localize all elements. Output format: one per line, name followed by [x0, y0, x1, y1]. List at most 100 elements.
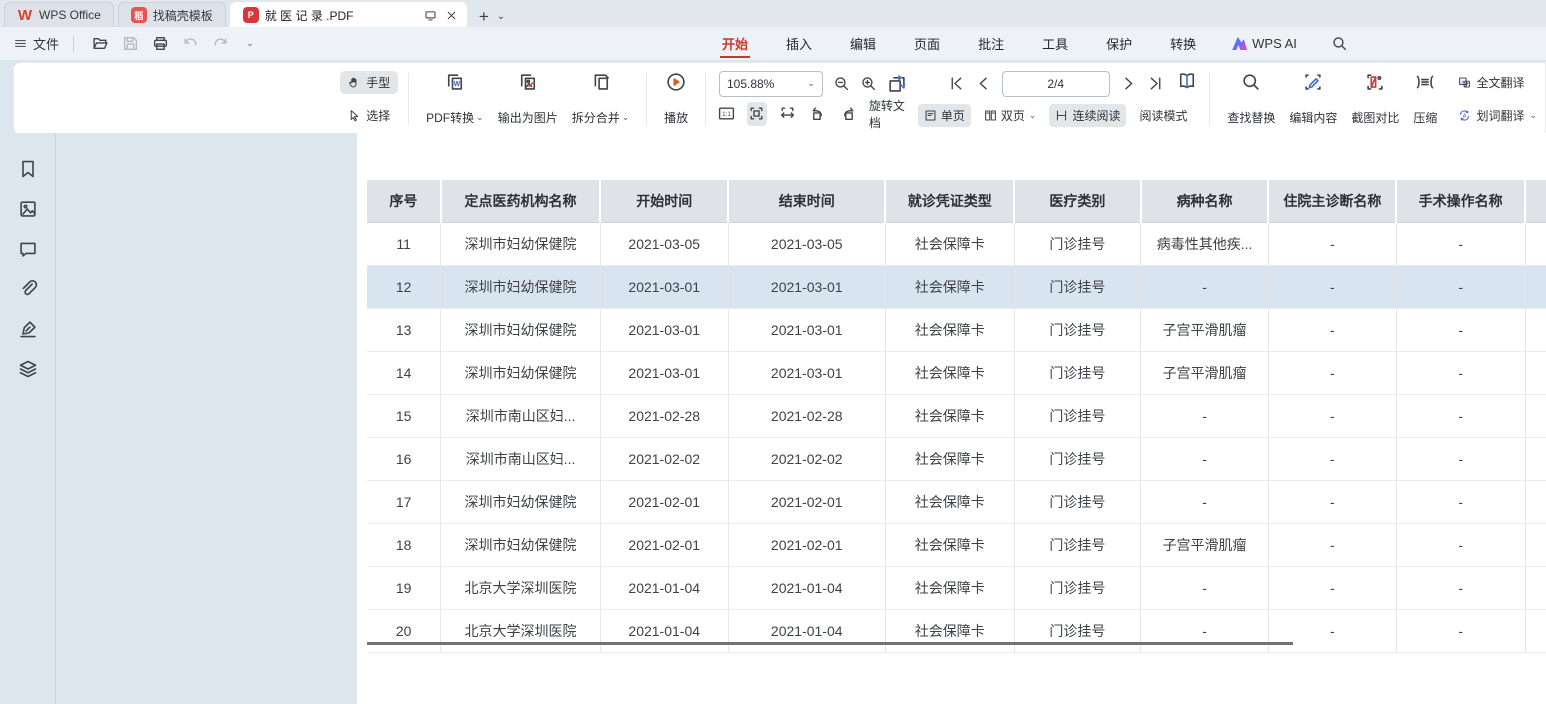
- table-row[interactable]: 20北京大学深圳医院2021-01-042021-01-04社会保障卡门诊挂号-…: [367, 610, 1546, 653]
- signature-panel-button[interactable]: [18, 319, 38, 344]
- tab-wps-office[interactable]: W WPS Office: [4, 2, 114, 27]
- menu-insert[interactable]: 插入: [784, 28, 814, 59]
- redo-icon: [212, 35, 229, 52]
- table-row[interactable]: 12深圳市妇幼保健院2021-03-012021-03-01社会保障卡门诊挂号-…: [367, 266, 1546, 309]
- quick-access-chevron-icon[interactable]: ⌄: [238, 33, 262, 55]
- table-cell: [1525, 352, 1546, 395]
- page-number-input[interactable]: 2/4: [1002, 71, 1110, 97]
- hamburger-icon: [14, 37, 27, 50]
- export-image-button[interactable]: 输出为图片: [491, 70, 565, 128]
- zoom-out-icon[interactable]: [833, 75, 850, 92]
- table-row[interactable]: 11深圳市妇幼保健院2021-03-052021-03-05社会保障卡门诊挂号病…: [367, 223, 1546, 266]
- table-row[interactable]: 18深圳市妇幼保健院2021-02-012021-02-01社会保障卡门诊挂号子…: [367, 524, 1546, 567]
- menu-page[interactable]: 页面: [912, 28, 942, 59]
- table-cell: 13: [367, 309, 441, 352]
- rotate-left-button[interactable]: [808, 102, 829, 126]
- full-translate-button[interactable]: A 全文翻译: [1450, 71, 1545, 94]
- edit-content-button[interactable]: 编辑内容: [1282, 70, 1344, 128]
- screenshot-compare-button[interactable]: 截图对比: [1344, 70, 1406, 128]
- tab-docer-templates[interactable]: 稻 找稿壳模板: [118, 2, 226, 27]
- table-cell: 2021-01-04: [600, 610, 728, 653]
- rotate-doc-icon[interactable]: [887, 74, 907, 94]
- rotate-right-button[interactable]: [838, 102, 859, 126]
- find-replace-icon: [1241, 72, 1261, 92]
- table-row[interactable]: 19北京大学深圳医院2021-01-042021-01-04社会保障卡门诊挂号-…: [367, 567, 1546, 610]
- print-button[interactable]: [148, 33, 172, 55]
- first-page-icon[interactable]: [948, 75, 965, 92]
- table-cell: -: [1141, 395, 1269, 438]
- redo-button[interactable]: [208, 33, 232, 55]
- continuous-read-button[interactable]: 连续阅读: [1049, 104, 1126, 127]
- zoom-in-icon[interactable]: [860, 75, 877, 92]
- thumbnail-panel-button[interactable]: [18, 199, 38, 224]
- table-cell: 社会保障卡: [885, 438, 1014, 481]
- read-mode-book-icon[interactable]: [1177, 71, 1197, 94]
- open-button[interactable]: [88, 33, 112, 55]
- table-row[interactable]: 15深圳市南山区妇...2021-02-282021-02-28社会保障卡门诊挂…: [367, 395, 1546, 438]
- menu-convert[interactable]: 转换: [1168, 28, 1198, 59]
- table-cell: -: [1141, 481, 1269, 524]
- compress-button[interactable]: 压缩: [1406, 70, 1444, 128]
- attachment-panel-button[interactable]: [18, 279, 38, 304]
- layers-panel-button[interactable]: [18, 359, 38, 384]
- table-bottom-rule: [367, 642, 1293, 645]
- table-cell: [1525, 524, 1546, 567]
- monitor-icon[interactable]: [424, 9, 437, 22]
- print-icon: [152, 35, 169, 52]
- folder-open-icon: [92, 35, 109, 52]
- screenshot-compare-icon: [1365, 72, 1385, 92]
- menu-bar: 文件 ⌄ 开始 插入 编辑 页面 批注 工具 保护 转换 WPS AI: [0, 27, 1546, 60]
- actual-size-button[interactable]: 1:1: [716, 102, 737, 126]
- fit-width-button[interactable]: [777, 102, 798, 126]
- table-cell: -: [1396, 438, 1525, 481]
- save-button[interactable]: [118, 33, 142, 55]
- file-menu[interactable]: 文件: [33, 34, 59, 53]
- signature-icon: [18, 319, 38, 339]
- select-tool-button[interactable]: 选择: [340, 104, 398, 127]
- tab-pdf-document[interactable]: P 就 医 记 录 .PDF: [230, 2, 467, 27]
- table-cell: 门诊挂号: [1014, 223, 1141, 266]
- single-page-button[interactable]: 单页: [918, 104, 971, 127]
- menu-edit[interactable]: 编辑: [848, 28, 878, 59]
- find-replace-button[interactable]: 查找替换: [1220, 70, 1282, 128]
- menu-annotate[interactable]: 批注: [976, 28, 1006, 59]
- pdf-page[interactable]: 序号定点医药机构名称开始时间结束时间就诊凭证类型医疗类别病种名称住院主诊断名称手…: [357, 133, 1546, 704]
- prev-page-icon[interactable]: [975, 75, 992, 92]
- tool-edit-group: 查找替换 编辑内容 截图对比 压缩 A 全文翻译 A 划词翻译⌄: [1220, 70, 1545, 128]
- table-row[interactable]: 14深圳市妇幼保健院2021-03-012021-03-01社会保障卡门诊挂号子…: [367, 352, 1546, 395]
- read-mode-button[interactable]: 阅读模式: [1133, 104, 1193, 127]
- table-row[interactable]: 13深圳市妇幼保健院2021-03-012021-03-01社会保障卡门诊挂号子…: [367, 309, 1546, 352]
- menu-home[interactable]: 开始: [720, 28, 750, 59]
- play-button[interactable]: 播放: [657, 70, 695, 128]
- tab-label: 就 医 记 录 .PDF: [265, 7, 408, 24]
- table-row[interactable]: 16深圳市南山区妇...2021-02-022021-02-02社会保障卡门诊挂…: [367, 438, 1546, 481]
- last-page-icon[interactable]: [1147, 75, 1164, 92]
- close-icon[interactable]: [445, 9, 458, 22]
- zoom-level-select[interactable]: 105.88%⌄: [719, 71, 823, 97]
- double-page-button[interactable]: 双页⌄: [978, 104, 1043, 127]
- undo-button[interactable]: [178, 33, 202, 55]
- fit-page-button[interactable]: [747, 102, 768, 126]
- table-cell: 2021-02-02: [600, 438, 728, 481]
- table-cell: 2021-03-01: [600, 266, 728, 309]
- search-icon[interactable]: [1331, 35, 1348, 52]
- bookmark-panel-button[interactable]: [18, 159, 38, 184]
- table-cell: [1525, 481, 1546, 524]
- hand-tool-button[interactable]: 手型: [340, 71, 398, 94]
- table-cell: 18: [367, 524, 441, 567]
- word-translate-button[interactable]: A 划词翻译⌄: [1450, 104, 1545, 127]
- pdf-convert-button[interactable]: W PDF转换⌄: [419, 70, 491, 128]
- tab-list-chevron-icon[interactable]: ⌄: [497, 11, 505, 22]
- rotate-left-icon: [809, 105, 826, 122]
- table-cell: 深圳市妇幼保健院: [441, 266, 601, 309]
- menu-tools[interactable]: 工具: [1040, 28, 1070, 59]
- split-merge-button[interactable]: 拆分合并⌄: [565, 70, 637, 128]
- rotate-doc-label[interactable]: 旋转文档: [869, 97, 910, 131]
- comment-panel-button[interactable]: [18, 239, 38, 264]
- wps-ai-button[interactable]: WPS AI: [1232, 36, 1297, 51]
- menu-protect[interactable]: 保护: [1104, 28, 1134, 59]
- table-row[interactable]: 17深圳市妇幼保健院2021-02-012021-02-01社会保障卡门诊挂号-…: [367, 481, 1546, 524]
- new-tab-button[interactable]: +: [479, 7, 489, 27]
- table-cell: -: [1268, 266, 1396, 309]
- next-page-icon[interactable]: [1120, 75, 1137, 92]
